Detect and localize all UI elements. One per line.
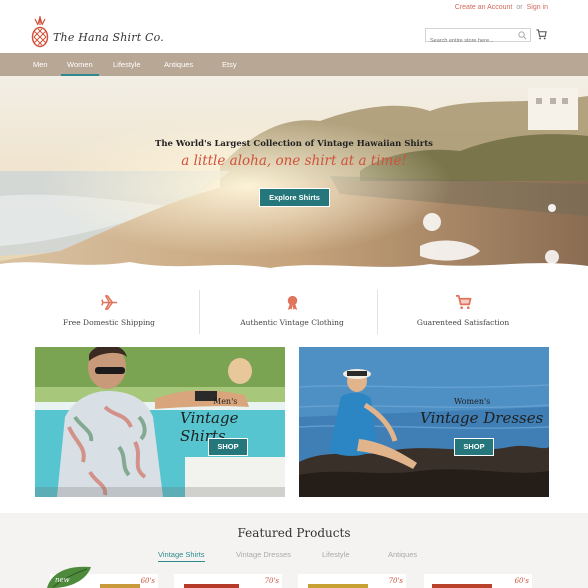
promo-title: Vintage Dresses	[420, 409, 544, 427]
feature-label: Authentic Vintage Clothing	[240, 318, 344, 327]
hero-tagline: a little aloha, one shirt at a time!	[181, 153, 407, 169]
feature-label: Guarenteed Satisfaction	[416, 318, 510, 327]
account-links: Create an Account or Sign in	[455, 4, 548, 11]
product-image	[100, 584, 140, 588]
cart-icon	[455, 295, 472, 310]
product-image	[308, 584, 368, 588]
or-text: or	[516, 4, 523, 11]
features-strip: Free Domestic Shipping Authentic Vintage…	[0, 276, 588, 344]
shop-women-button[interactable]: SHOP	[454, 438, 494, 456]
product-image	[432, 584, 492, 588]
product-era: 70's	[264, 577, 279, 585]
tab-vintage-dresses[interactable]: Vintage Dresses	[236, 550, 291, 559]
search-box[interactable]	[425, 28, 531, 47]
hero-title: The World's Largest Collection of Vintag…	[155, 139, 433, 149]
logo-text[interactable]: The Hana Shirt Co.	[53, 31, 164, 44]
product-image	[184, 584, 239, 588]
feature-shipping: Free Domestic Shipping	[21, 276, 197, 344]
hero-banner: The World's Largest Collection of Vintag…	[0, 76, 588, 276]
new-badge-label: new	[55, 576, 70, 584]
site-header: Create an Account or Sign in The Hana Shir…	[0, 0, 588, 53]
product-era: 60's	[514, 577, 529, 585]
search-input[interactable]	[426, 35, 516, 47]
product-card[interactable]: 70's	[298, 574, 406, 588]
tab-lifestyle[interactable]: Lifestyle	[322, 550, 350, 559]
promo-card-women[interactable]: Women's Vintage Dresses SHOP	[299, 347, 549, 497]
airplane-icon	[101, 295, 118, 310]
product-card[interactable]: 70's	[174, 574, 282, 588]
promo-card-men[interactable]: Men's Vintage Shirts SHOP	[35, 347, 285, 497]
sign-in-link[interactable]: Sign in	[527, 4, 548, 11]
explore-shirts-button[interactable]: Explore Shirts	[259, 188, 330, 207]
promo-pre-label: Women's	[454, 397, 491, 406]
main-nav: Men Women Lifestyle Antiques Etsy	[0, 53, 588, 76]
product-card[interactable]: 60's	[424, 574, 532, 588]
divider	[199, 290, 200, 334]
new-badge: new	[45, 565, 93, 588]
nav-item-etsy[interactable]: Etsy	[222, 53, 237, 76]
nav-item-women[interactable]: Women	[61, 53, 99, 76]
create-account-link[interactable]: Create an Account	[455, 4, 513, 11]
nav-item-men[interactable]: Men	[33, 53, 48, 76]
feature-label: Free Domestic Shipping	[63, 318, 155, 327]
featured-title: Featured Products	[237, 526, 351, 540]
product-era: 70's	[388, 577, 403, 585]
cart-icon[interactable]	[536, 29, 547, 40]
feature-authentic: Authentic Vintage Clothing	[204, 276, 380, 344]
tab-vintage-shirts[interactable]: Vintage Shirts	[158, 550, 205, 562]
shop-men-button[interactable]: SHOP	[208, 438, 248, 456]
nav-item-antiques[interactable]: Antiques	[164, 53, 193, 76]
product-era: 60's	[140, 577, 155, 585]
nav-item-lifestyle[interactable]: Lifestyle	[113, 53, 141, 76]
hero-beach-image	[0, 76, 588, 276]
tab-antiques[interactable]: Antiques	[388, 550, 417, 559]
search-icon[interactable]	[518, 31, 527, 40]
pineapple-icon[interactable]	[31, 16, 49, 48]
promo-pre-label: Men's	[213, 397, 238, 406]
ribbon-icon	[287, 295, 298, 311]
feature-satisfaction: Guarenteed Satisfaction	[375, 276, 551, 344]
